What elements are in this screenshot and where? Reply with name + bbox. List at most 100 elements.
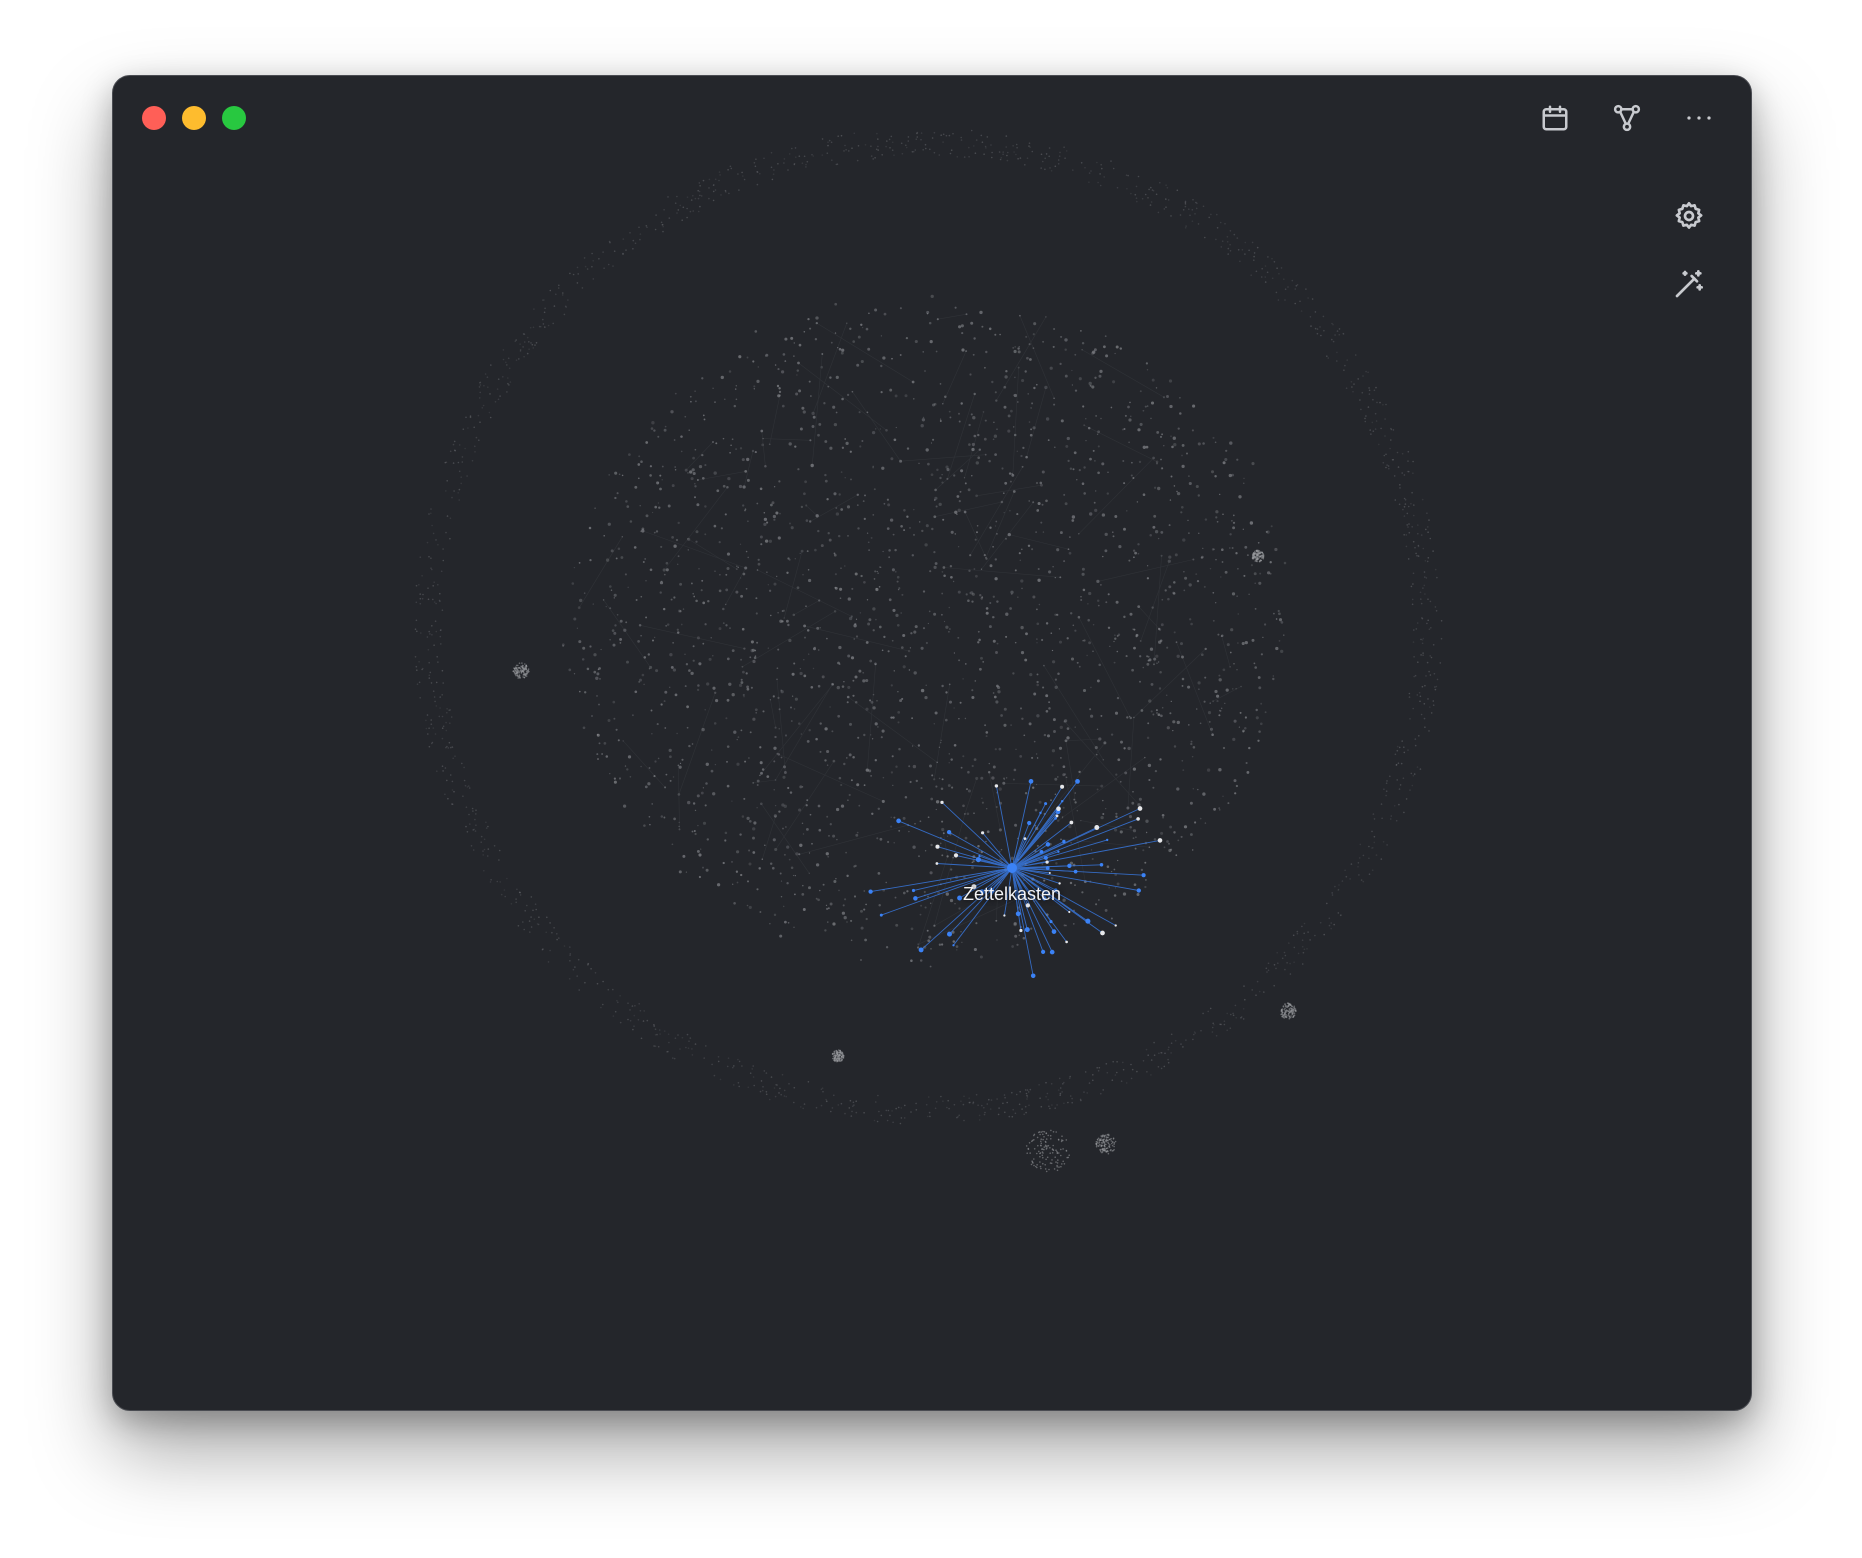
graph-node bbox=[704, 464, 707, 467]
graph-node bbox=[735, 590, 739, 594]
graph-node bbox=[601, 753, 603, 755]
linked-node bbox=[1030, 973, 1036, 979]
graph-node bbox=[951, 786, 954, 789]
graph-node bbox=[962, 678, 964, 680]
maximize-button[interactable] bbox=[222, 106, 246, 130]
orphan-node bbox=[428, 661, 431, 664]
graph-node bbox=[736, 762, 740, 766]
graph-node bbox=[711, 749, 713, 751]
orphan-node bbox=[1068, 1077, 1071, 1079]
orphan-node bbox=[467, 427, 469, 429]
graph-edge bbox=[1065, 740, 1076, 803]
graph-node bbox=[613, 593, 617, 597]
orphan-node bbox=[435, 602, 437, 605]
orphan-node bbox=[549, 922, 551, 924]
cluster-node bbox=[1284, 1016, 1287, 1018]
graph-node bbox=[804, 636, 806, 639]
orphan-node bbox=[922, 149, 924, 151]
graph-settings-button[interactable] bbox=[1667, 194, 1711, 238]
graph-edge bbox=[762, 816, 776, 860]
graph-node bbox=[1177, 839, 1180, 842]
graph-node bbox=[843, 762, 846, 766]
linked-node bbox=[1157, 838, 1163, 843]
graph-node bbox=[1103, 345, 1106, 349]
graph-node bbox=[694, 400, 697, 403]
focused-node-label[interactable]: Zettelkasten bbox=[963, 884, 1061, 905]
orphan-node bbox=[998, 1107, 1000, 1109]
graph-node bbox=[1113, 868, 1116, 871]
graph-canvas[interactable] bbox=[113, 76, 1752, 1411]
orphan-node bbox=[708, 197, 710, 200]
graph-node bbox=[1100, 417, 1102, 420]
orphan-node bbox=[444, 793, 446, 796]
graph-node bbox=[865, 903, 867, 906]
orphan-node bbox=[681, 1036, 684, 1039]
orphan-node bbox=[724, 189, 727, 192]
graph-node bbox=[815, 863, 820, 867]
graph-node bbox=[1112, 380, 1116, 384]
graph-node bbox=[727, 476, 731, 481]
graph-node bbox=[1096, 679, 1100, 683]
graph-node bbox=[1117, 633, 1121, 637]
orphan-node bbox=[524, 910, 526, 912]
graph-node bbox=[1218, 714, 1221, 717]
graph-node bbox=[1008, 472, 1012, 475]
graph-node bbox=[826, 749, 830, 754]
orphan-node bbox=[1319, 921, 1322, 924]
minimize-button[interactable] bbox=[182, 106, 206, 130]
graph-node bbox=[1056, 548, 1060, 552]
cluster-node bbox=[1114, 1140, 1117, 1143]
calendar-button[interactable] bbox=[1533, 96, 1577, 140]
orphan-node bbox=[666, 1051, 668, 1053]
orphan-node bbox=[885, 145, 887, 148]
graph-node bbox=[1047, 439, 1050, 441]
graph-node bbox=[1159, 435, 1163, 438]
orphan-node bbox=[1385, 466, 1387, 469]
graph-node bbox=[1020, 625, 1024, 630]
graph-node bbox=[573, 566, 576, 569]
graph-node bbox=[1051, 660, 1056, 664]
graph-node bbox=[1140, 709, 1144, 712]
graph-node bbox=[897, 588, 900, 591]
graph-node bbox=[925, 684, 927, 686]
graph-node bbox=[1258, 686, 1262, 690]
orphan-node bbox=[828, 139, 831, 142]
graph-node bbox=[967, 599, 970, 602]
orphan-node bbox=[1301, 963, 1304, 965]
more-options-button[interactable] bbox=[1677, 96, 1721, 140]
graph-view[interactable]: Zettelkasten bbox=[113, 76, 1752, 1411]
close-button[interactable] bbox=[142, 106, 166, 130]
graph-node bbox=[1195, 484, 1199, 489]
graph-node bbox=[925, 641, 928, 645]
orphan-node bbox=[1229, 1027, 1232, 1029]
orphan-node bbox=[602, 980, 604, 983]
graph-node bbox=[995, 919, 998, 922]
graph-node bbox=[1158, 687, 1162, 690]
cluster-node bbox=[1049, 1147, 1051, 1149]
graph-node bbox=[1175, 641, 1178, 644]
orphan-node bbox=[775, 1083, 777, 1086]
orphan-node bbox=[586, 268, 589, 270]
graph-node bbox=[838, 645, 842, 650]
graph-node bbox=[817, 649, 820, 651]
graph-node bbox=[692, 659, 695, 662]
graph-node bbox=[614, 624, 617, 627]
cluster-node bbox=[1027, 1147, 1030, 1150]
animate-graph-button[interactable] bbox=[1667, 262, 1711, 306]
graph-view-button[interactable] bbox=[1605, 96, 1649, 140]
orphan-node bbox=[507, 377, 509, 379]
graph-node bbox=[854, 864, 857, 868]
graph-node bbox=[959, 490, 962, 493]
orphan-node bbox=[530, 916, 532, 918]
orphan-node bbox=[765, 1091, 768, 1093]
graph-node bbox=[708, 657, 712, 661]
graph-node bbox=[1145, 445, 1149, 449]
graph-node bbox=[691, 830, 694, 833]
orphan-node bbox=[1026, 1094, 1028, 1097]
graph-node bbox=[973, 337, 976, 340]
orphan-node bbox=[1316, 328, 1319, 330]
graph-node bbox=[859, 612, 862, 614]
orphan-node bbox=[667, 196, 669, 198]
graph-node bbox=[936, 761, 938, 764]
orphan-node bbox=[1307, 297, 1309, 299]
